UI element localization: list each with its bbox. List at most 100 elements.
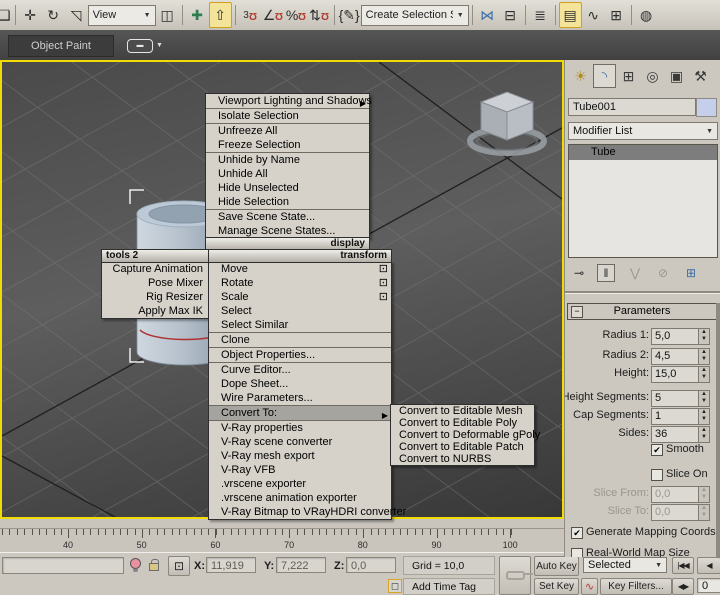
parameter-field[interactable]: 0,0 [651, 486, 701, 503]
menu-item[interactable]: Convert to Editable Mesh [391, 405, 534, 417]
snaps-toggle-icon[interactable]: 3Ω [239, 2, 262, 28]
spinner-arrows[interactable]: ▲▼ [698, 408, 710, 425]
spinner-snap-icon[interactable]: ⇅Ω [308, 2, 331, 28]
reference-coordsys-dropdown[interactable]: View▼ [88, 5, 156, 26]
panel-tab-modify[interactable]: ◝ [593, 64, 616, 88]
use-pivot-center-icon[interactable]: ◫ [156, 2, 179, 28]
menu-item[interactable]: Convert to NURBS [391, 453, 534, 465]
menu-item[interactable]: Hide Unselected [206, 181, 369, 195]
menu-item[interactable]: Rig Resizer [102, 290, 209, 304]
panel-tab-display[interactable]: ▣ [665, 64, 688, 88]
tab-object-paint[interactable]: Object Paint [8, 35, 114, 57]
spinner-arrows[interactable]: ▲▼ [698, 426, 710, 443]
menu-item[interactable]: Apply Max IK [102, 304, 209, 318]
menu-item[interactable]: Select Similar [209, 318, 391, 333]
menu-item[interactable]: Unfreeze All [206, 124, 369, 138]
select-and-rotate-icon[interactable]: ↻ [42, 2, 65, 28]
menu-item[interactable]: V-Ray Bitmap to VRayHDRI converter [209, 505, 391, 519]
add-time-tag[interactable]: Add Time Tag [403, 578, 495, 595]
menu-item[interactable]: Rotate⊡ [209, 276, 391, 290]
menu-item[interactable]: Wire Parameters... [209, 391, 391, 406]
spinner-arrows[interactable]: ▲▼ [698, 348, 710, 365]
menu-item[interactable]: Isolate Selection [206, 109, 369, 124]
parameter-field[interactable]: 5 [651, 390, 701, 407]
set-key-button[interactable]: Set Key [534, 578, 579, 595]
named-selection-sets-dropdown[interactable]: Create Selection Se▼ [361, 5, 469, 26]
new-key-settings-icon[interactable]: ∿ [581, 578, 598, 595]
menu-item[interactable]: Pose Mixer [102, 276, 209, 290]
spinner-arrows[interactable]: ▲▼ [698, 366, 710, 383]
menu-item[interactable]: Unhide by Name [206, 153, 369, 167]
modifier-list-dropdown[interactable]: Modifier List ▼ [568, 122, 718, 140]
material-editor-icon[interactable]: ◍ [635, 2, 658, 28]
prompt-bulb-icon[interactable] [130, 558, 141, 572]
previous-frame-button[interactable]: ◀ [697, 557, 720, 574]
menu-item[interactable]: Hide Selection [206, 195, 369, 210]
menu-item[interactable]: .vrscene animation exporter [209, 491, 391, 505]
panel-scrollbar[interactable] [716, 303, 720, 557]
menu-item[interactable]: Capture Animation [102, 262, 209, 276]
time-slider-track[interactable]: 405060708090100 [0, 519, 564, 552]
menu-item[interactable]: Manage Scene States... [206, 224, 369, 238]
menu-item[interactable]: Move⊡ [209, 262, 391, 276]
key-filters-button[interactable]: Key Filters... [600, 578, 672, 595]
modifier-stack[interactable]: Tube [568, 144, 718, 258]
panel-tab-utilities[interactable]: ⚒ [689, 64, 712, 88]
menu-item[interactable]: Convert To:▶ [209, 406, 391, 421]
angle-snap-icon[interactable]: ∠Ω [262, 2, 285, 28]
chevron-down-icon[interactable]: ▼ [156, 42, 163, 49]
scene-explorer-icon[interactable]: ▤ [559, 2, 582, 28]
parameter-field[interactable]: 5,0 [651, 328, 701, 345]
mirror-icon[interactable]: ⋈ [476, 2, 499, 28]
parameter-field[interactable]: 36 [651, 426, 701, 443]
panel-tab-create[interactable]: ☀ [569, 64, 592, 88]
menu-item[interactable]: V-Ray VFB [209, 463, 391, 477]
panel-tab-hierarchy[interactable]: ⊞ [617, 64, 640, 88]
menu-item[interactable]: Scale⊡ [209, 290, 391, 304]
settings-box-icon[interactable]: ⊡ [379, 290, 388, 304]
menu-item[interactable]: Select [209, 304, 391, 318]
menu-item[interactable]: Dope Sheet... [209, 377, 391, 391]
menu-item[interactable]: V-Ray mesh export [209, 449, 391, 463]
align-icon[interactable]: ⊟ [499, 2, 522, 28]
menu-item[interactable]: Convert to Editable Patch [391, 441, 534, 453]
menu-item[interactable]: Save Scene State... [206, 210, 369, 224]
panel-tab-motion[interactable]: ◎ [641, 64, 664, 88]
keyboard-override-icon[interactable]: ⇧ [209, 2, 232, 28]
object-color-swatch[interactable] [696, 98, 717, 117]
menu-item[interactable]: Curve Editor... [209, 363, 391, 377]
absolute-offset-toggle[interactable]: ⊡ [168, 556, 190, 576]
layer-manager-icon[interactable]: ≣ [529, 2, 552, 28]
menu-item[interactable]: Clone [209, 333, 391, 348]
window-crossing-icon[interactable]: ❏ [0, 2, 12, 28]
auto-key-button[interactable]: Auto Key [534, 556, 579, 576]
menu-item[interactable]: Unhide All [206, 167, 369, 181]
maxscript-mini-listener[interactable] [2, 557, 124, 574]
settings-box-icon[interactable]: ⊡ [379, 262, 388, 276]
object-name-field[interactable]: Tube001 [568, 98, 696, 116]
menu-item[interactable]: Convert to Editable Poly [391, 417, 534, 429]
schematic-view-icon[interactable]: ⊞ [605, 2, 628, 28]
go-to-start-button[interactable]: |◀◀ [672, 557, 694, 574]
ribbon-minimize-button[interactable]: ▬ [127, 39, 153, 53]
spinner-arrows[interactable]: ▲▼ [698, 504, 710, 521]
menu-item[interactable]: Freeze Selection [206, 138, 369, 153]
current-frame-field[interactable]: 0 [697, 578, 720, 593]
select-and-move-icon[interactable]: ✛ [19, 2, 42, 28]
parameter-field[interactable]: 15,0 [651, 366, 701, 383]
selection-filter-dropdown[interactable]: Selected ▼ [583, 557, 667, 573]
real-world-map-checkbox[interactable] [571, 548, 583, 557]
parameter-field[interactable]: 1 [651, 408, 701, 425]
select-and-scale-icon[interactable]: ◹ [65, 2, 88, 28]
show-end-result-icon[interactable]: ‖ [597, 264, 615, 282]
menu-item[interactable]: V-Ray scene converter [209, 435, 391, 449]
menu-item[interactable]: V-Ray properties [209, 421, 391, 435]
spinner-arrows[interactable]: ▲▼ [698, 390, 710, 407]
menu-item[interactable]: .vrscene exporter [209, 477, 391, 491]
key-mode-toggle[interactable]: ◀▶ [672, 578, 694, 595]
menu-item[interactable]: Object Properties... [209, 348, 391, 363]
parameter-field[interactable]: 0,0 [651, 504, 701, 521]
parameters-rollout-header[interactable]: − Parameters [567, 303, 717, 320]
slice-on-checkbox[interactable] [651, 469, 663, 481]
percent-snap-icon[interactable]: %Ω [285, 2, 308, 28]
